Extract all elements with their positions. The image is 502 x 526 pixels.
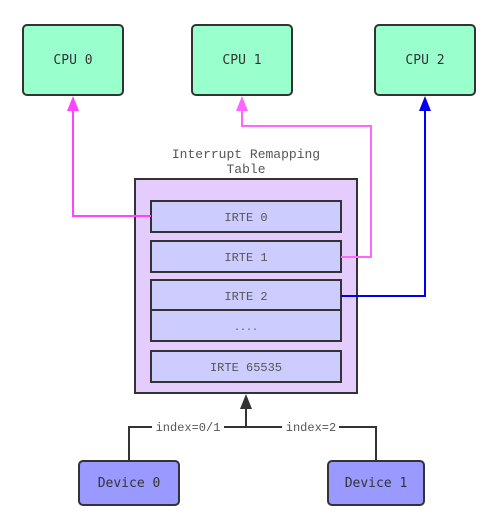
device-1-label: Device 1 bbox=[345, 476, 408, 491]
irte-ellipsis-entry[interactable]: .... bbox=[150, 309, 342, 342]
arrowhead-cpu0-icon bbox=[67, 96, 79, 111]
irte-1-entry[interactable]: IRTE 1 bbox=[150, 240, 342, 273]
cpu-2-node[interactable]: CPU 2 bbox=[374, 24, 476, 96]
irte-65535-entry[interactable]: IRTE 65535 bbox=[150, 350, 342, 383]
cpu-1-label: CPU 1 bbox=[222, 53, 261, 68]
interrupt-remapping-diagram: CPU 0 CPU 1 CPU 2 Interrupt Remapping Ta… bbox=[22, 24, 476, 506]
cpu-0-label: CPU 0 bbox=[53, 53, 92, 68]
irte-0-label: IRTE 0 bbox=[224, 211, 267, 225]
irte-2-entry[interactable]: IRTE 2 bbox=[150, 279, 342, 311]
edge-devices-to-table: index=0/1 index=2 bbox=[128, 394, 377, 461]
cpu-2-label: CPU 2 bbox=[405, 53, 444, 68]
edge-label-index-2: index=2 bbox=[286, 421, 336, 435]
device-1-node[interactable]: Device 1 bbox=[327, 460, 425, 506]
device-0-label: Device 0 bbox=[98, 476, 161, 491]
arrowhead-cpu2-icon bbox=[419, 96, 431, 111]
irte-ellipsis-label: .... bbox=[234, 323, 258, 334]
cpu-0-node[interactable]: CPU 0 bbox=[22, 24, 124, 96]
cpu-1-node[interactable]: CPU 1 bbox=[191, 24, 293, 96]
irte-2-label: IRTE 2 bbox=[224, 290, 267, 304]
irte-1-label: IRTE 1 bbox=[224, 251, 267, 265]
table-title-line-1: Interrupt Remapping bbox=[172, 147, 320, 162]
edge-label-index-0-1: index=0/1 bbox=[156, 421, 221, 435]
irte-0-entry[interactable]: IRTE 0 bbox=[150, 200, 342, 233]
irte-65535-label: IRTE 65535 bbox=[210, 361, 282, 375]
arrowhead-table-icon bbox=[240, 394, 252, 409]
table-title-line-2: Table bbox=[226, 162, 265, 177]
device-0-node[interactable]: Device 0 bbox=[78, 460, 180, 506]
arrowhead-cpu1-icon bbox=[236, 96, 248, 111]
